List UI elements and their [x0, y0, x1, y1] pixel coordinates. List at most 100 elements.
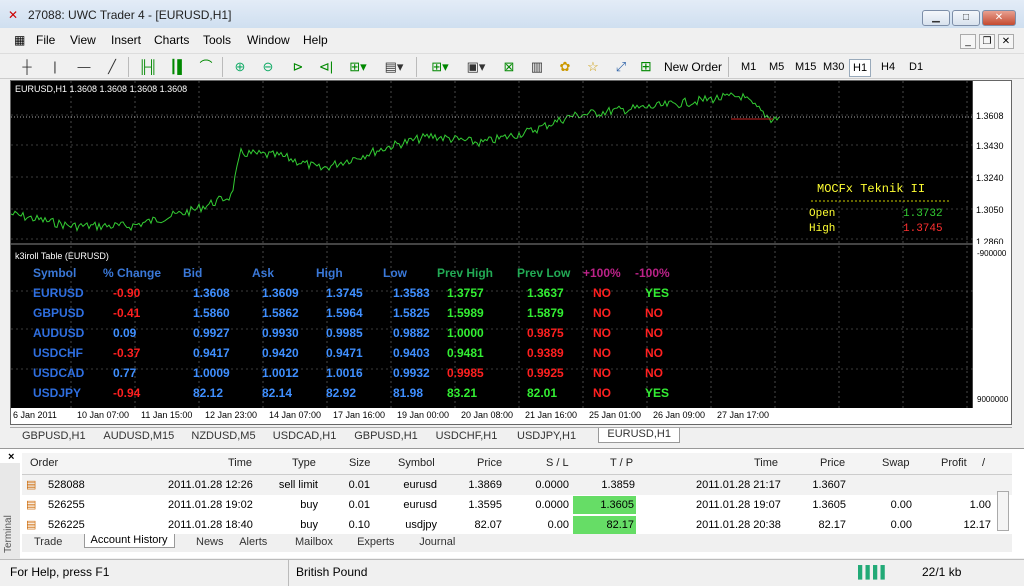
col-size[interactable]: Size — [349, 457, 370, 469]
bar-chart-icon[interactable]: ╟╢ — [138, 58, 158, 76]
col-profit[interactable]: Profit — [941, 457, 967, 469]
crosshair-icon[interactable]: ┼ — [18, 58, 36, 76]
col-close-price[interactable]: Price — [820, 457, 845, 469]
mdi-close-button[interactable]: ✕ — [998, 34, 1014, 49]
chart-tab[interactable]: AUDUSD,M15 — [103, 430, 174, 442]
table-cell: 1.0000 — [447, 326, 484, 340]
table-header: Prev High — [437, 266, 494, 280]
timeframe-d1[interactable]: D1 — [906, 59, 926, 75]
table-cell: 1.3583 — [393, 286, 430, 300]
market-watch-icon[interactable]: ⊠ — [500, 58, 518, 76]
order-icon: ▤ — [26, 499, 37, 511]
table-cell: USDCAD — [33, 366, 85, 380]
table-cell: 0.9389 — [527, 346, 564, 360]
chart-tab[interactable]: EURUSD,H1 — [598, 428, 680, 443]
chart-tab[interactable]: USDJPY,H1 — [517, 430, 576, 442]
terminal-tab[interactable]: Alerts — [239, 536, 267, 548]
chart-tab[interactable]: GBPUSD,H1 — [354, 430, 418, 442]
autoscroll-icon[interactable]: ⊳ — [288, 58, 308, 76]
menu-window[interactable]: Window — [247, 33, 290, 47]
candlestick-icon[interactable]: ┃▌ — [168, 58, 188, 76]
terminal-tab[interactable]: Mailbox — [295, 536, 333, 548]
terminal-tab[interactable]: Experts — [357, 536, 394, 548]
table-cell: -0.41 — [113, 306, 141, 320]
timeframe-m30[interactable]: M30 — [820, 59, 847, 75]
status-profile: British Pound — [296, 565, 368, 579]
table-header: Ask — [252, 266, 275, 280]
mdi-restore-button[interactable]: ❐ — [979, 34, 995, 49]
trendline-icon[interactable]: ╱ — [104, 58, 120, 76]
time-axis-label: 27 Jan 17:00 — [717, 410, 770, 420]
chart-tab[interactable]: NZDUSD,M5 — [191, 430, 255, 442]
col-open-time[interactable]: Time — [228, 457, 252, 469]
table-cell: 82.07 — [474, 519, 502, 531]
profiles-icon[interactable]: ▣▾ — [462, 58, 490, 76]
menu-tools[interactable]: Tools — [203, 33, 231, 47]
table-header: +100% — [583, 266, 621, 280]
chart-tab[interactable]: USDCHF,H1 — [436, 430, 498, 442]
mdi-minimize-button[interactable]: _ — [960, 34, 976, 49]
favorites-icon[interactable]: ☆ — [584, 58, 602, 76]
col-symbol[interactable]: Symbol — [398, 457, 435, 469]
timeframe-m15[interactable]: M15 — [792, 59, 819, 75]
chart-window[interactable]: EURUSD,H1 1.3608 1.3608 1.3608 1.3608 1.… — [10, 80, 1012, 425]
indicator-axis-label: 9000000 — [977, 395, 1009, 404]
chart-tab[interactable]: USDCAD,H1 — [273, 430, 337, 442]
info-open-value: 1.3732 — [903, 208, 943, 220]
timeframe-m1[interactable]: M1 — [738, 59, 759, 75]
indicators-icon[interactable]: ⊞▾ — [344, 58, 372, 76]
minimize-button[interactable]: ▁ — [922, 10, 950, 26]
vertical-line-icon[interactable]: | — [48, 58, 62, 76]
terminal-tab[interactable]: Trade — [34, 536, 62, 548]
zoom-out-icon[interactable]: ⊖ — [258, 58, 278, 76]
table-cell: 1.5964 — [326, 306, 363, 320]
terminal-scrollbar[interactable] — [997, 491, 1009, 531]
line-chart-icon[interactable]: ⌒ — [196, 58, 216, 76]
menu-view[interactable]: View — [70, 33, 96, 47]
chart-tab[interactable]: GBPUSD,H1 — [22, 430, 86, 442]
terminal-tab[interactable]: News — [196, 536, 224, 548]
table-cell: NO — [593, 386, 611, 400]
col-open-price[interactable]: Price — [477, 457, 502, 469]
table-cell: 2011.01.28 21:17 — [696, 479, 781, 491]
maximize-button[interactable]: □ — [952, 10, 980, 26]
menu-charts[interactable]: Charts — [154, 33, 189, 47]
sort-icon[interactable]: / — [982, 457, 985, 469]
zoom-in-icon[interactable]: ⊕ — [230, 58, 250, 76]
table-cell: 0.9927 — [193, 326, 230, 340]
col-sl[interactable]: S / L — [546, 457, 569, 469]
timeframe-m5[interactable]: M5 — [766, 59, 787, 75]
menu-help[interactable]: Help — [303, 33, 328, 47]
status-separator — [288, 560, 289, 586]
menu-bar: ▦ File View Insert Charts Tools Window H… — [0, 30, 1024, 52]
terminal-tab[interactable]: Account History — [83, 534, 175, 548]
time-axis-label: 20 Jan 08:00 — [461, 410, 514, 420]
table-cell: 12.17 — [963, 519, 991, 531]
timeframe-h1[interactable]: H1 — [849, 59, 872, 77]
periods-icon[interactable]: ▤▾ — [380, 58, 408, 76]
chart-tabs: GBPUSD,H1 AUDUSD,M15 NZDUSD,M5 USDCAD,H1 GBP… — [10, 427, 1012, 446]
terminal-tab[interactable]: Journal — [419, 536, 455, 548]
connection-icon: ▌▌▌▌ — [858, 565, 889, 579]
table-cell: 1.5879 — [527, 306, 564, 320]
timeframe-h4[interactable]: H4 — [878, 59, 898, 75]
col-swap[interactable]: Swap — [882, 457, 910, 469]
title-bar: ✕ 27088: UWC Trader 4 - [EURUSD,H1] ▁ □ … — [0, 0, 1024, 28]
table-cell: 1.3609 — [262, 286, 299, 300]
menu-file[interactable]: File — [36, 33, 55, 47]
chart-shift-icon[interactable]: ⊲| — [316, 58, 336, 76]
menu-insert[interactable]: Insert — [111, 33, 141, 47]
time-axis-label: 11 Jan 15:00 — [141, 410, 193, 420]
col-tp[interactable]: T / P — [610, 457, 633, 469]
data-window-icon[interactable]: ▥ — [528, 58, 546, 76]
col-type[interactable]: Type — [292, 457, 316, 469]
new-chart-icon[interactable]: ⊞▾ — [426, 58, 454, 76]
price-axis-label: 1.3430 — [976, 141, 1004, 151]
fullscreen-icon[interactable]: ⤢ — [612, 58, 630, 76]
terminal-close-icon[interactable]: × — [8, 451, 14, 463]
col-order[interactable]: Order — [30, 457, 58, 469]
close-button[interactable]: ✕ — [982, 10, 1016, 26]
navigator-icon[interactable]: ✿ — [556, 58, 574, 76]
col-close-time[interactable]: Time — [754, 457, 778, 469]
horizontal-line-icon[interactable]: — — [76, 58, 92, 76]
